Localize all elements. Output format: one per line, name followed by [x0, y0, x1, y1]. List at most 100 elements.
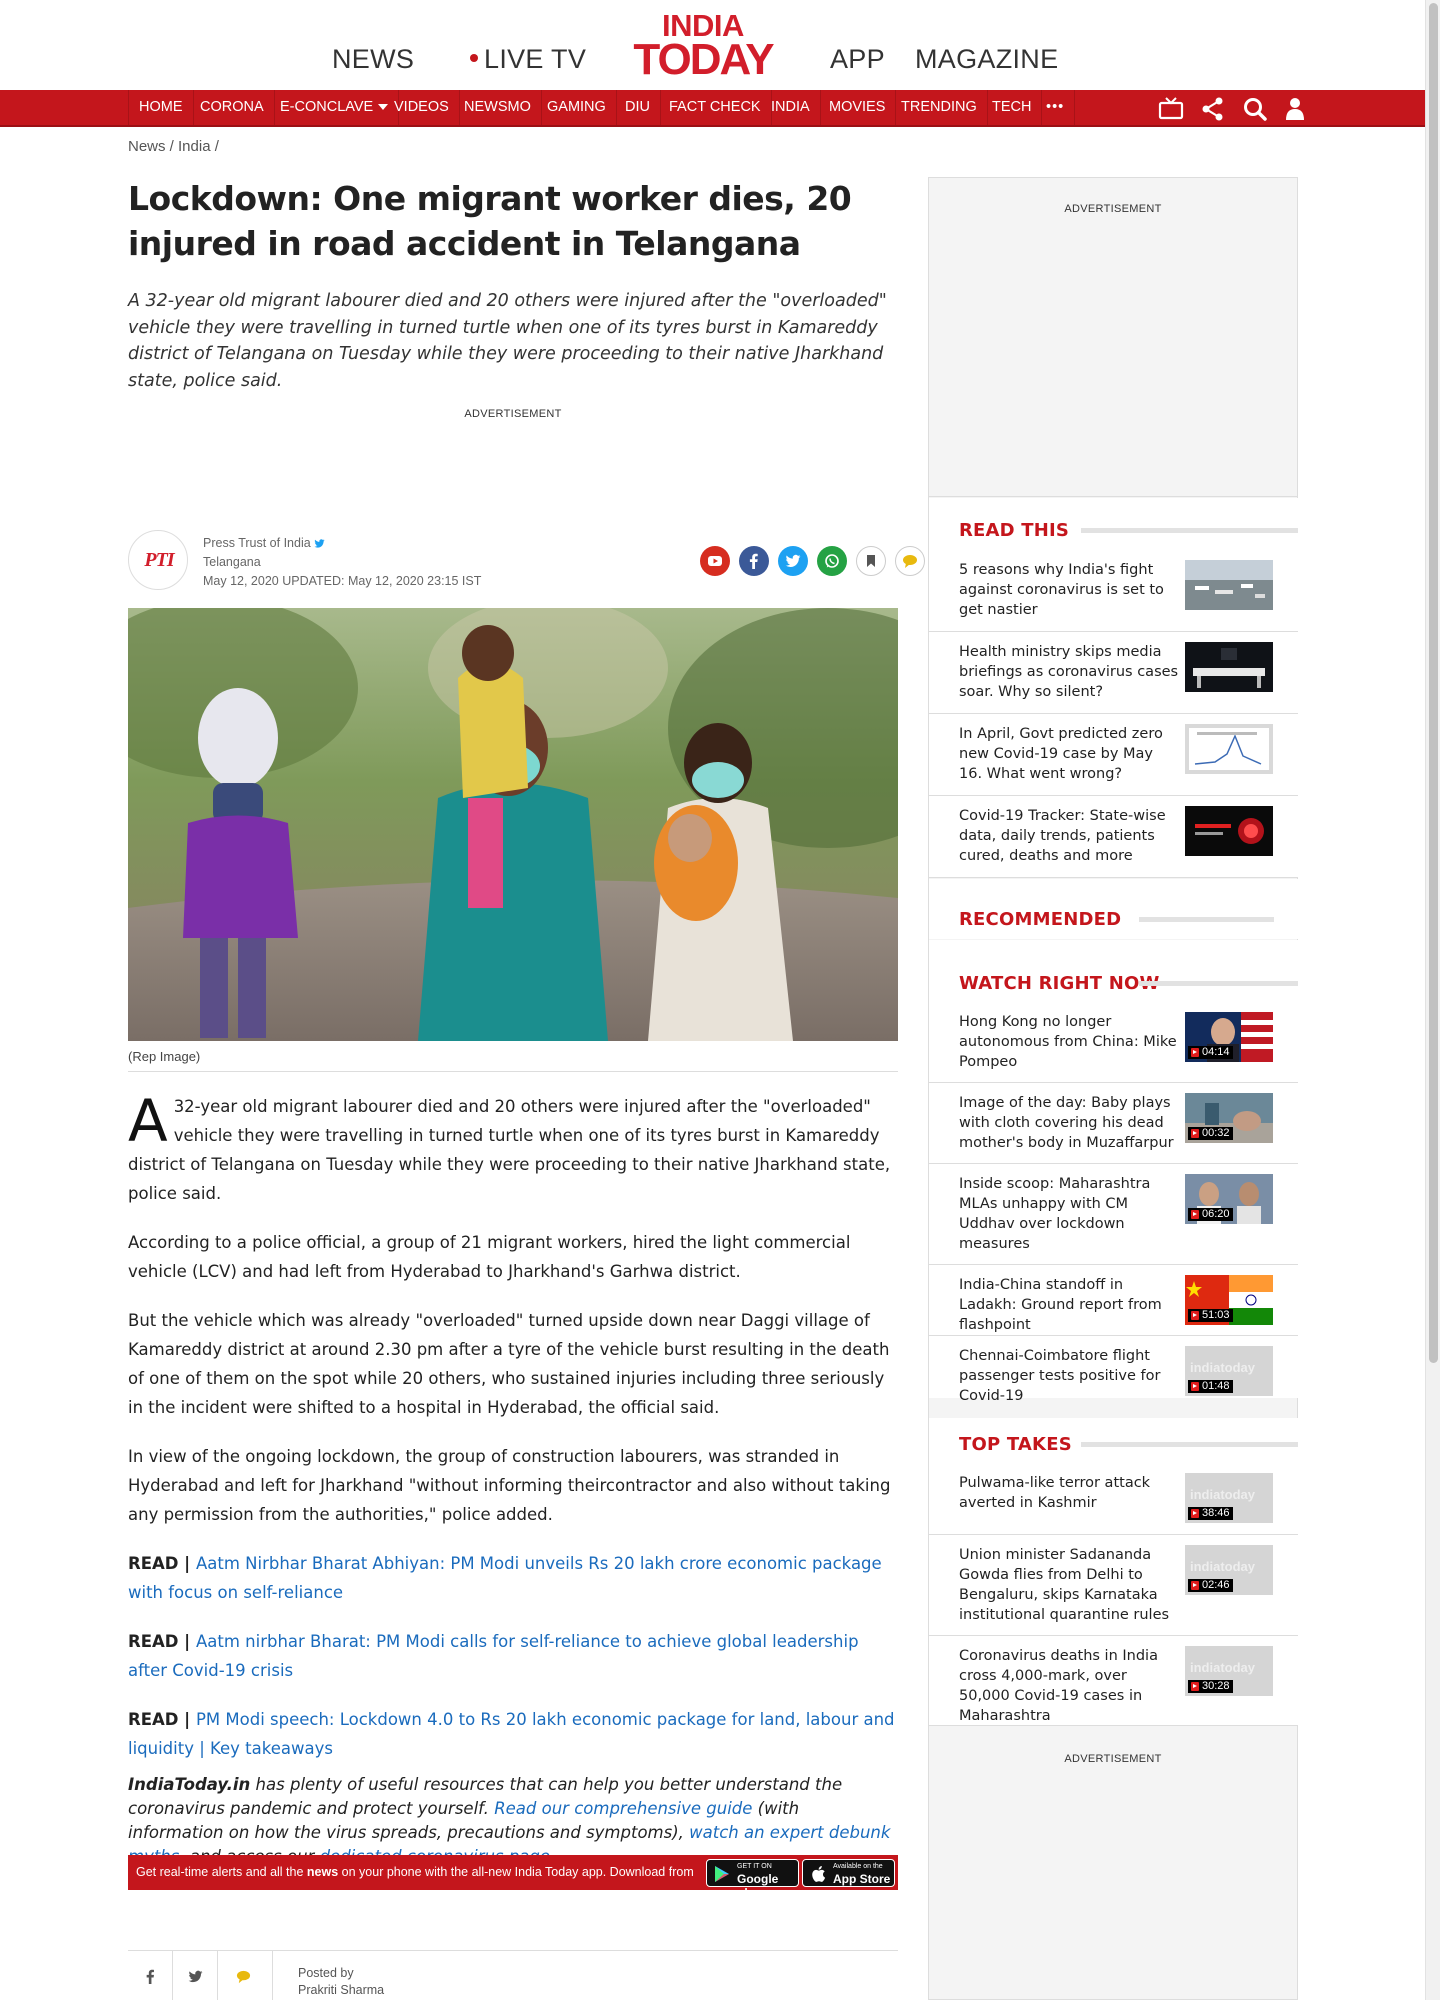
video-title: Coronavirus deaths in India cross 4,000-… [959, 1648, 1158, 1724]
read-prefix: READ | [128, 1632, 196, 1651]
comment-button[interactable] [218, 1951, 273, 2000]
video-list-item[interactable]: Pulwama-like terror attack averted in Ka… [929, 1463, 1298, 1535]
bookmark-icon [867, 555, 875, 567]
app-store-button[interactable]: Available on the App Store [802, 1859, 895, 1887]
author-source-link[interactable]: Press Trust of India [203, 536, 311, 550]
breadcrumb[interactable]: News / India / [128, 138, 219, 155]
read-also-link[interactable]: Aatm Nirbhar Bharat Abhiyan: PM Modi unv… [128, 1554, 882, 1602]
read-also: READ | PM Modi speech: Lockdown 4.0 to R… [128, 1705, 898, 1763]
twitter-share-button[interactable] [778, 546, 808, 576]
google-play-button[interactable]: GET IT ON Google play [706, 1859, 799, 1900]
nav-app-link[interactable]: APP [830, 44, 885, 75]
thumbnail [1185, 642, 1273, 692]
nav-item-tech[interactable]: TECH [982, 90, 1043, 125]
video-title: Union minister Sadananda Gowda flies fro… [959, 1547, 1170, 1623]
app-banner-post: on your phone with the all-new India Tod… [338, 1865, 694, 1879]
nav-item-e-conclave[interactable]: E-CONCLAVE [270, 90, 400, 125]
tv-icon[interactable] [1158, 96, 1184, 122]
nav-live-tv-link[interactable]: LIVE TV [470, 44, 586, 75]
video-thumbnail: indiatoday 02:46 [1185, 1545, 1273, 1595]
twitter-icon[interactable] [314, 538, 325, 549]
pti-logo-text: PTI [144, 549, 174, 571]
twitter-icon [785, 554, 801, 567]
video-duration: 02:46 [1188, 1579, 1233, 1592]
video-title: Chennai-Coimbatore flight passenger test… [959, 1348, 1161, 1404]
user-icon[interactable] [1282, 96, 1308, 122]
recommended-section: RECOMMENDED [929, 879, 1298, 939]
nav-item-newsmo[interactable]: NEWSMO [454, 90, 542, 125]
whatsapp-icon [825, 554, 839, 568]
article-footer-bar: Posted by Prakriti Sharma [128, 1950, 898, 2000]
nav-news-link[interactable]: NEWS [332, 44, 414, 75]
nav-item-fact-check[interactable]: FACT CHECK [659, 90, 772, 125]
video-list-item[interactable]: Coronavirus deaths in India cross 4,000-… [929, 1636, 1298, 1726]
paragraph: But the vehicle which was already "overl… [128, 1311, 890, 1417]
video-list-item[interactable]: Inside scoop: Maharashtra MLAs unhappy w… [929, 1164, 1298, 1265]
video-duration: 00:32 [1188, 1127, 1233, 1140]
image-caption: (Rep Image) [128, 1049, 201, 1064]
app-banner-text: Get real-time alerts and all the news on… [136, 1865, 694, 1879]
placeholder-watermark: indiatoday [1190, 1487, 1256, 1502]
nav-item-home[interactable]: HOME [128, 90, 194, 125]
read-prefix: READ | [128, 1554, 196, 1573]
app-banner-pre: Get real-time alerts and all the [136, 1865, 307, 1879]
placeholder-watermark: indiatoday [1190, 1559, 1256, 1574]
video-list-item[interactable]: India-China standoff in Ladakh: Ground r… [929, 1265, 1298, 1336]
paragraph: A 32-year old migrant labourer died and … [128, 1092, 898, 1208]
more-menu-button[interactable]: ••• [1036, 90, 1076, 125]
pti-logo[interactable]: PTI [128, 530, 188, 590]
video-list-item[interactable]: Union minister Sadananda Gowda flies fro… [929, 1535, 1298, 1636]
sidebar-ad-slot: ADVERTISEMENT [928, 177, 1298, 497]
article-hero-image [128, 608, 898, 1041]
nav-item-videos[interactable]: VIDEOS [384, 90, 460, 125]
search-icon[interactable] [1242, 96, 1268, 122]
video-title: Inside scoop: Maharashtra MLAs unhappy w… [959, 1176, 1151, 1252]
facebook-share-button[interactable] [128, 1951, 173, 2000]
section-title: TOP TAKES [959, 1434, 1072, 1455]
video-thumbnail: 06:20 [1185, 1174, 1273, 1224]
read-also-link[interactable]: Aatm nirbhar Bharat: PM Modi calls for s… [128, 1632, 859, 1680]
dropcap: A [128, 1087, 168, 1155]
scrollbar-thumb[interactable] [1429, 3, 1438, 1363]
video-list-item[interactable]: Chennai-Coimbatore flight passenger test… [929, 1336, 1298, 1404]
video-list-item[interactable]: Image of the day: Baby plays with cloth … [929, 1083, 1298, 1164]
advertisement-label: ADVERTISEMENT [464, 408, 562, 420]
list-item-title: 5 reasons why India's fight against coro… [959, 562, 1164, 618]
paragraph: According to a police official, a group … [128, 1233, 851, 1281]
twitter-share-button[interactable] [173, 1951, 218, 2000]
india-today-logo[interactable]: INDIA TODAY [628, 10, 778, 81]
nav-item-gaming[interactable]: GAMING [537, 90, 617, 125]
youtube-share-button[interactable] [700, 546, 730, 576]
nav-magazine-link[interactable]: MAGAZINE [915, 44, 1058, 75]
facebook-share-button[interactable] [739, 546, 769, 576]
nav-item-diu[interactable]: DIU [615, 90, 661, 125]
guide-link[interactable]: Read our comprehensive guide [494, 1799, 752, 1818]
google-play-big: Google play [737, 1872, 779, 1900]
nav-item-trending[interactable]: TRENDING [891, 90, 988, 125]
comment-button[interactable] [895, 546, 925, 576]
nav-item-india[interactable]: INDIA [761, 90, 821, 125]
list-item[interactable]: Covid-19 Tracker: State-wise data, daily… [929, 796, 1298, 878]
thumbnail [1185, 560, 1273, 610]
list-item-title: In April, Govt predicted zero new Covid-… [959, 726, 1163, 782]
video-title: Pulwama-like terror attack averted in Ka… [959, 1475, 1151, 1511]
video-thumbnail: indiatoday 01:48 [1185, 1346, 1273, 1396]
placeholder-watermark: indiatoday [1190, 1660, 1256, 1675]
list-item[interactable]: In April, Govt predicted zero new Covid-… [929, 714, 1298, 796]
nav-item-corona[interactable]: CORONA [190, 90, 275, 125]
list-item[interactable]: 5 reasons why India's fight against coro… [929, 550, 1298, 632]
page-scrollbar[interactable] [1425, 0, 1440, 2000]
bookmark-button[interactable] [856, 546, 886, 576]
video-list-item[interactable]: Hong Kong no longer autonomous from Chin… [929, 1002, 1298, 1083]
nav-item-movies[interactable]: MOVIES [819, 90, 897, 125]
list-item[interactable]: Health ministry skips media briefings as… [929, 632, 1298, 714]
app-banner-bold: news [306, 1865, 339, 1879]
section-rule [1081, 528, 1298, 533]
read-also: READ | Aatm nirbhar Bharat: PM Modi call… [128, 1627, 898, 1685]
share-icon[interactable] [1200, 96, 1226, 122]
list-item-title: Health ministry skips media briefings as… [959, 644, 1179, 700]
read-also-link[interactable]: PM Modi speech: Lockdown 4.0 to Rs 20 la… [128, 1710, 895, 1758]
byline: PTI Press Trust of India Telangana May 1… [128, 530, 925, 592]
read-also: READ | Aatm Nirbhar Bharat Abhiyan: PM M… [128, 1549, 898, 1607]
whatsapp-share-button[interactable] [817, 546, 847, 576]
